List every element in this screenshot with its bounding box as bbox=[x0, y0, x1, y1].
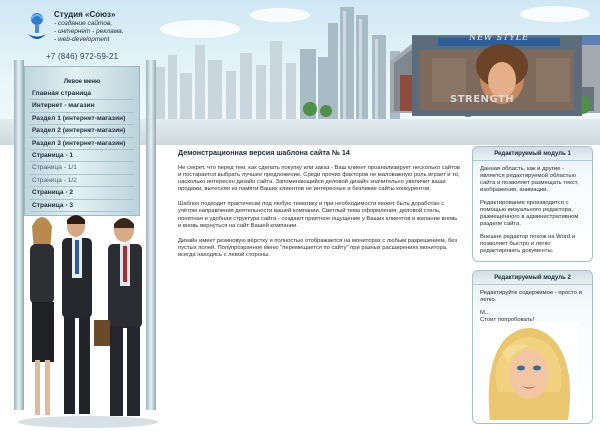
menu-heading: Левое меню bbox=[63, 79, 101, 85]
module-2-title: Редактируемый модуль 2 bbox=[473, 271, 592, 285]
menu-item-shop[interactable]: Интернет - магазин bbox=[30, 100, 134, 113]
menu-item-section-2[interactable]: Раздел 2 (интернет-магазин) bbox=[30, 125, 134, 138]
menu-item-home[interactable]: Главная страница bbox=[30, 88, 134, 101]
menu-item-page-1-1[interactable]: Страница - 1/1 bbox=[30, 162, 134, 175]
main-content: Демонстрационная версия шаблона сайта № … bbox=[178, 148, 460, 267]
logo-tagline: - web-development bbox=[54, 36, 110, 43]
phone-number: +7 (846) 972-59-21 bbox=[46, 52, 119, 61]
menu-item-page-1-2[interactable]: Страница - 1/2 bbox=[30, 175, 134, 188]
module-2-paragraph: Редактируйте содержимое - просто и легко… bbox=[480, 290, 582, 303]
billboard-title: NEW STYLE bbox=[469, 33, 529, 42]
blonde-portrait-image bbox=[480, 322, 578, 420]
logo-tagline: - интернет - реклама, bbox=[54, 28, 124, 35]
logo[interactable]: Студия «Союз» - создание сайтов, - интер… bbox=[24, 8, 144, 52]
billboard-word: STRENGTH bbox=[450, 94, 515, 105]
module-1-body: Данная область, как и другие - является … bbox=[473, 161, 592, 266]
studio-logo-icon bbox=[28, 13, 46, 39]
page-title: Демонстрационная версия шаблона сайта № … bbox=[178, 148, 350, 157]
menu-item-page-2[interactable]: Страница - 2 bbox=[30, 187, 134, 200]
module-1-paragraph: Внешне редактор похож на Word и позволяе… bbox=[480, 234, 576, 254]
content-paragraph: Шаблон подходит практически под любую те… bbox=[178, 201, 458, 229]
module-2-paragraph: М... bbox=[480, 310, 490, 316]
menu-item-section-1[interactable]: Раздел 1 (интернет-магазин) bbox=[30, 113, 134, 126]
module-1-title: Редактируемый модуль 1 bbox=[473, 147, 592, 161]
content-paragraph: Не секрет, что перед тем, как сделать по… bbox=[178, 165, 460, 193]
menu-item-section-3[interactable]: Раздел 3 (интернет-магазин) bbox=[30, 138, 134, 150]
editable-module-1: Редактируемый модуль 1 Данная область, к… bbox=[472, 146, 593, 262]
business-people-image bbox=[18, 215, 158, 428]
logo-tagline: - создание сайтов, bbox=[54, 20, 113, 27]
left-menu: Главная страница Интернет - магазин Разд… bbox=[30, 88, 134, 212]
module-1-paragraph: Данная область, как и другие - является … bbox=[480, 166, 579, 193]
module-1-paragraph: Редактирование производится с помощью ви… bbox=[480, 200, 579, 227]
logo-title: Студия «Союз» bbox=[54, 10, 116, 19]
menu-item-page-1[interactable]: Страница - 1 bbox=[30, 150, 134, 163]
content-paragraph: Дизайн имеет резиновую вёрстку и полност… bbox=[178, 237, 457, 258]
